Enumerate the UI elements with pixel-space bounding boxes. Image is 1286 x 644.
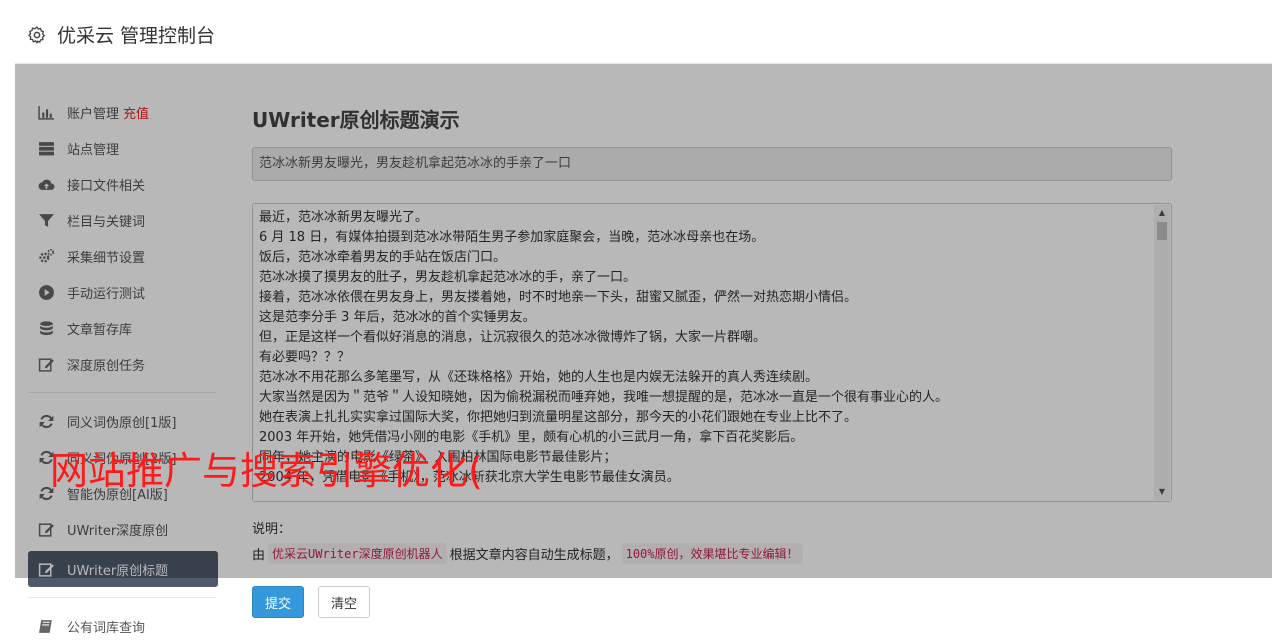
sidebar-item-uwriter-deep[interactable]: UWriter深度原创	[28, 511, 218, 547]
article-line: 6 月 18 日，有媒体拍摄到范冰冰带陌生男子参加家庭聚会，当晚，范冰冰母亲也在…	[259, 230, 765, 245]
sidebar-item-manual-run[interactable]: 手动运行测试	[28, 274, 218, 310]
clear-button[interactable]: 清空	[318, 586, 371, 618]
article-line: 但，正是这样一个看似好消息的消息，让沉寂很久的范冰冰微博炸了锅，大家一片群嘲。	[259, 330, 767, 345]
note-highlight: 100%原创，效果堪比专业编辑！	[621, 543, 803, 564]
sidebar-item-label: 文章暂存库	[67, 322, 133, 338]
scroll-down-icon[interactable]: ▼	[1154, 484, 1170, 500]
scroll-thumb[interactable]	[1157, 222, 1167, 240]
main-panel: 账户管理 充值 站点管理 接口文件相关 栏目与关键词 采集细节设置 手动运行测试…	[15, 64, 1272, 642]
submit-button[interactable]: 提交	[252, 586, 305, 618]
book-icon	[38, 618, 55, 635]
bar-chart-icon	[38, 104, 55, 121]
sidebar-item-label: 同义词伪原创[1版]	[67, 415, 177, 431]
sidebar-item-label: UWriter原创标题	[67, 563, 169, 579]
gear-icon	[28, 25, 45, 44]
sidebar-item-ai-rewrite[interactable]: 智能伪原创[AI版]	[28, 475, 218, 511]
sidebar: 账户管理 充值 站点管理 接口文件相关 栏目与关键词 采集细节设置 手动运行测试…	[28, 94, 218, 644]
content-area: UWriter原创标题演示 范冰冰新男友曝光，男友趁机拿起范冰冰的手亲了一口 最…	[252, 104, 1172, 618]
sidebar-item-collect-settings[interactable]: 采集细节设置	[28, 238, 218, 274]
refresh-icon	[38, 485, 55, 502]
sidebar-item-deep-original-task[interactable]: 深度原创任务	[28, 346, 218, 382]
sidebar-item-synonym-v2[interactable]: 同义词伪原创[2版]	[28, 439, 218, 475]
sidebar-item-account[interactable]: 账户管理 充值	[28, 94, 218, 130]
filter-icon	[38, 212, 55, 229]
refresh-icon	[38, 413, 55, 430]
play-circle-icon	[38, 284, 55, 301]
sidebar-item-label: 手动运行测试	[67, 286, 146, 302]
article-textarea[interactable]: 最近，范冰冰新男友曝光了。 6 月 18 日，有媒体拍摄到范冰冰带陌生男子参加家庭…	[252, 203, 1172, 502]
app-title: 优采云 管理控制台	[57, 25, 216, 47]
sidebar-item-public-lexicon[interactable]: 公有词库查询	[28, 608, 218, 644]
sidebar-item-uwriter-title[interactable]: UWriter原创标题	[28, 551, 218, 587]
title-input[interactable]: 范冰冰新男友曝光，男友趁机拿起范冰冰的手亲了一口	[252, 147, 1172, 181]
sidebar-item-article-store[interactable]: 文章暂存库	[28, 310, 218, 346]
sidebar-divider	[28, 597, 216, 598]
sidebar-item-synonym-v1[interactable]: 同义词伪原创[1版]	[28, 403, 218, 439]
sidebar-divider	[28, 392, 216, 393]
sidebar-item-label: 账户管理	[67, 106, 120, 122]
article-line: 2004 年，凭借电影《手机》，范冰冰斩获北京大学生电影节最佳女演员。	[259, 470, 680, 485]
note-text: 由 优采云UWriter深度原创机器人 根据文章内容自动生成标题， 100%原创…	[252, 543, 1172, 564]
cogs-icon	[38, 248, 55, 265]
sidebar-item-label: 智能伪原创[AI版]	[67, 487, 168, 503]
article-scrollbar[interactable]: ▲ ▼	[1154, 205, 1170, 500]
sidebar-item-label: 接口文件相关	[67, 178, 146, 194]
edit-icon	[38, 561, 55, 578]
article-line: 有必要吗？？？	[259, 350, 351, 365]
article-line: 这是范李分手 3 年后，范冰冰的首个实锤男友。	[259, 310, 536, 325]
article-line: 同年，她主演的电影《绿茶》，入围柏林国际电影节最佳影片；	[259, 450, 617, 465]
article-line: 她在表演上扎扎实实拿过国际大奖，你把她归到流量明星这部分，那今天的小花们跟她在专…	[259, 410, 858, 425]
scroll-up-icon[interactable]: ▲	[1154, 205, 1170, 221]
sidebar-item-label: UWriter深度原创	[67, 523, 169, 539]
recharge-link[interactable]: 充值	[123, 103, 149, 122]
sidebar-item-label: 公有词库查询	[67, 620, 146, 636]
refresh-icon	[38, 449, 55, 466]
sidebar-item-sites[interactable]: 站点管理	[28, 130, 218, 166]
top-header: 优采云 管理控制台	[15, 6, 1272, 64]
article-line: 范冰冰摸了摸男友的肚子，男友趁机拿起范冰冰的手，亲了一口。	[259, 270, 637, 285]
article-line: 范冰冰不用花那么多笔墨写，从《还珠格格》开始，她的人生也是内娱无法躲开的真人秀连…	[259, 370, 819, 385]
article-line: 大家当然是因为＂范爷＂人设知晓她，因为偷税漏税而唾弃她，我唯一想提醒的是，范冰冰…	[259, 390, 949, 405]
sidebar-item-interface-files[interactable]: 接口文件相关	[28, 166, 218, 202]
database-icon	[38, 320, 55, 337]
article-line: 2003 年开始，她凭借冯小刚的电影《手机》里，颇有心机的小三武月一角，拿下百花…	[259, 430, 804, 445]
edit-icon	[38, 521, 55, 538]
note-robot-name: 优采云UWriter深度原创机器人	[268, 543, 447, 564]
sidebar-item-label: 采集细节设置	[67, 250, 146, 266]
article-line: 最近，范冰冰新男友曝光了。	[259, 210, 429, 225]
sidebar-item-label: 站点管理	[67, 142, 120, 158]
note-label: 说明：	[252, 522, 292, 537]
note-middle: 根据文章内容自动生成标题，	[449, 548, 619, 563]
article-text: 最近，范冰冰新男友曝光了。 6 月 18 日，有媒体拍摄到范冰冰带陌生男子参加家庭…	[259, 208, 1149, 488]
sidebar-item-label: 深度原创任务	[67, 358, 146, 374]
server-icon	[38, 140, 55, 157]
article-line: 接着，范冰冰依偎在男友身上，男友搂着她，时不时地亲一下头，甜蜜又腻歪，俨然一对热…	[259, 290, 858, 305]
article-line: 饭后，范冰冰牵着男友的手站在饭店门口。	[259, 250, 507, 265]
sidebar-item-label: 栏目与关键词	[67, 214, 146, 230]
page-title: UWriter原创标题演示	[252, 108, 460, 132]
edit-icon	[38, 356, 55, 373]
sidebar-item-label: 同义词伪原创[2版]	[67, 451, 177, 467]
action-buttons: 提交 清空	[252, 586, 1172, 618]
cloud-upload-icon	[38, 176, 55, 193]
sidebar-item-columns-keywords[interactable]: 栏目与关键词	[28, 202, 218, 238]
note-prefix: 由	[252, 548, 266, 563]
